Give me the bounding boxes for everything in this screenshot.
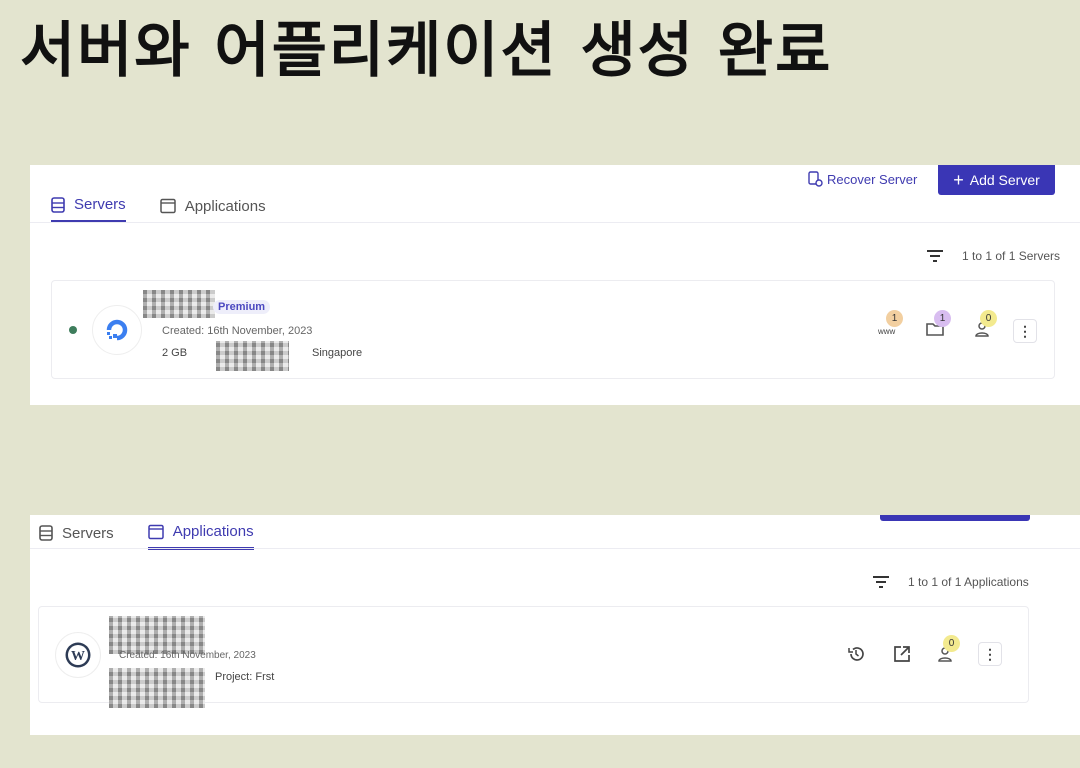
www-icon: www (878, 327, 896, 336)
redacted-app-name (109, 616, 205, 654)
users-indicator[interactable]: 0 (974, 310, 997, 339)
history-icon[interactable] (847, 645, 865, 663)
server-size: 2 GB (162, 347, 188, 359)
external-link-icon[interactable] (893, 645, 911, 663)
servers-panel: Servers Applications Recover Server + Add… (30, 165, 1080, 405)
result-count: 1 to 1 of 1 Applications (908, 575, 1029, 589)
recover-server-button[interactable]: Recover Server (808, 171, 917, 187)
plus-icon: + (953, 169, 964, 190)
created-date: Created: 16th November, 2023 (162, 325, 313, 337)
tab-applications[interactable]: Applications (159, 189, 266, 223)
tab-label: Servers (74, 196, 126, 213)
redacted-ip (216, 341, 289, 371)
folders-indicator[interactable]: 1 (926, 310, 951, 339)
users-indicator[interactable]: 0 (937, 635, 960, 664)
tab-applications[interactable]: Applications (147, 516, 254, 550)
add-server-button[interactable]: + Add Server (938, 165, 1055, 195)
window-icon (159, 198, 176, 214)
window-icon (147, 524, 164, 539)
redacted-server-name (143, 290, 215, 318)
wordpress-logo: W (55, 632, 101, 678)
filter-icon[interactable] (926, 249, 944, 263)
domains-indicator[interactable]: www 1 (878, 310, 903, 339)
more-options-button[interactable]: ⋮ (1013, 319, 1037, 343)
result-count: 1 to 1 of 1 Servers (962, 249, 1061, 263)
applications-panel: Servers Applications 1 to 1 of 1 Applica… (30, 515, 1080, 735)
application-card[interactable]: W Created: 16th November, 2023 Project: … (38, 606, 1029, 708)
server-region: Singapore (312, 347, 363, 359)
svg-text:W: W (71, 649, 85, 664)
redacted-app-url (109, 668, 205, 708)
project-name: Project: Frst (215, 671, 275, 683)
recover-icon (808, 171, 823, 187)
tab-label: Applications (184, 197, 266, 215)
server-icon (39, 525, 53, 541)
add-application-button[interactable] (880, 515, 1030, 521)
divider (30, 548, 1080, 549)
filter-icon[interactable] (872, 575, 890, 589)
server-icon (51, 196, 65, 213)
divider (30, 222, 1080, 223)
tab-servers[interactable]: Servers (51, 189, 126, 223)
premium-badge: Premium (213, 300, 271, 314)
status-dot (69, 326, 77, 334)
server-card[interactable]: Premium Created: 16th November, 2023 2 G… (51, 280, 1055, 379)
tab-servers[interactable]: Servers (39, 516, 114, 550)
page-title: 서버와 어플리케이션 생성 완료 (20, 16, 833, 86)
more-options-button[interactable]: ⋮ (978, 642, 1002, 666)
created-date: Created: 16th November, 2023 (119, 650, 256, 661)
digitalocean-logo (92, 305, 142, 355)
